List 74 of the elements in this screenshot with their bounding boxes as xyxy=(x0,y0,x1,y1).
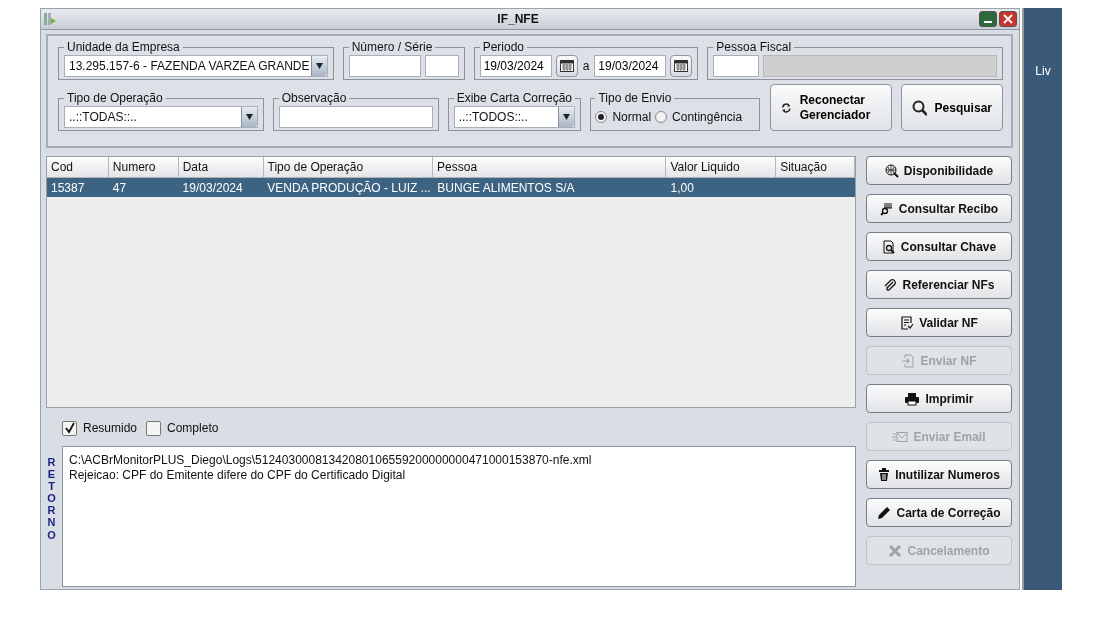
action-button[interactable]: Consultar Chave xyxy=(866,232,1012,261)
table-cell: 47 xyxy=(112,180,127,195)
trash-icon xyxy=(878,467,891,482)
date-field[interactable]: 19/03/2024 xyxy=(479,54,552,77)
action-button[interactable]: Inutilizar Numeros xyxy=(866,460,1012,489)
log-line: C:\ACBrMonitorPLUS_Diego\Logs\51240300081342080106559200000000471000153870-nfe.xml xyxy=(69,453,592,468)
field-label: Número / Série xyxy=(350,40,434,54)
paperclip-icon xyxy=(883,277,898,292)
column-header[interactable]: Tipo de Operação xyxy=(263,157,434,177)
radio-option[interactable]: Normal xyxy=(595,109,652,124)
close-icon xyxy=(1003,14,1013,24)
document-arrow-icon xyxy=(901,353,916,368)
column-header[interactable]: Data xyxy=(178,157,264,177)
action-button[interactable]: Disponibilidade xyxy=(866,156,1012,185)
minimize-icon xyxy=(984,21,992,23)
table-cell: BUNGE ALIMENTOS S/A xyxy=(437,180,575,195)
table-cell: VENDA PRODUÇÃO - LUIZ ... xyxy=(267,180,431,195)
search-button[interactable]: Pesquisar xyxy=(901,84,1003,131)
field-label: Pessoa Fiscal xyxy=(715,40,793,54)
number-field[interactable] xyxy=(348,54,421,77)
table-cell: 1,00 xyxy=(670,180,694,195)
caret-icon xyxy=(563,113,571,120)
panel-label: Liv xyxy=(1035,64,1051,80)
operation-dropdown[interactable]: ..::TODAS::.. xyxy=(64,105,258,128)
close-button[interactable] xyxy=(999,11,1017,27)
field-label: Unidade da Empresa xyxy=(66,40,181,54)
globe-search-icon xyxy=(884,163,899,178)
action-button[interactable]: Validar NF xyxy=(866,308,1012,337)
return-label: RETORNO xyxy=(46,455,57,543)
column-header[interactable]: Situação xyxy=(776,157,855,177)
column-header[interactable]: Pessoa xyxy=(433,157,667,177)
series-field[interactable] xyxy=(424,54,459,77)
minimize-button[interactable] xyxy=(979,11,997,27)
envelope-icon xyxy=(892,430,909,443)
action-button[interactable]: Imprimir xyxy=(866,384,1012,413)
column-header[interactable]: Cod xyxy=(47,157,109,177)
checkmark-icon xyxy=(63,422,76,434)
action-button[interactable]: Carta de Correção xyxy=(866,498,1012,527)
person-code-field[interactable] xyxy=(713,54,760,77)
log-line: Rejeicao: CPF do Emitente difere do CPF do Certificado Digital xyxy=(69,468,406,483)
checklist-icon xyxy=(900,315,915,330)
radio-option[interactable]: Contingência xyxy=(655,109,743,124)
checkbox-option[interactable]: Resumido xyxy=(62,416,138,440)
window-title: IF_NFE xyxy=(496,12,540,26)
cross-icon xyxy=(888,543,903,558)
correction-letter-dropdown[interactable]: ..::TODOS::.. xyxy=(453,105,576,128)
calendar-icon[interactable] xyxy=(555,54,578,77)
column-header[interactable]: Valor Liquido xyxy=(666,157,777,177)
action-button[interactable]: Consultar Recibo xyxy=(866,194,1012,223)
checkbox-option[interactable]: Completo xyxy=(146,416,219,440)
printer-icon xyxy=(904,391,921,406)
document-search-icon xyxy=(881,239,896,254)
column-header[interactable]: Numero xyxy=(108,157,179,177)
magnifier-icon xyxy=(879,201,894,216)
action-button[interactable]: Referenciar NFs xyxy=(866,270,1012,299)
calendar-icon[interactable] xyxy=(670,54,693,77)
pencil-icon xyxy=(877,505,892,520)
field-label: Tipo de Operação xyxy=(66,91,164,105)
search-icon xyxy=(912,99,927,116)
date-field[interactable]: 19/03/2024 xyxy=(594,54,667,77)
company-dropdown[interactable]: 13.295.157-6 - FAZENDA VARZEA GRANDE xyxy=(64,54,328,77)
field-label: Tipo de Envio xyxy=(597,91,673,105)
field-label: Observação xyxy=(280,91,348,105)
reconnect-button[interactable]: Reconectar Gerenciador xyxy=(770,84,892,131)
caret-icon xyxy=(315,62,323,69)
caret-icon xyxy=(245,113,253,120)
app-icon xyxy=(43,12,57,26)
table-row[interactable]: 15387 47 19/03/2024 VENDA PRODUÇÃO - LUIZ ... BUNGE ALIMENTOS S/A 1,00 xyxy=(47,178,855,197)
range-separator: a xyxy=(581,58,591,73)
observation-field[interactable] xyxy=(278,105,433,128)
table-cell: 15387 xyxy=(51,180,85,195)
field-label: Exibe Carta Correção xyxy=(455,91,574,105)
table-cell: 19/03/2024 xyxy=(182,180,243,195)
field-label: Periodo xyxy=(481,40,526,54)
